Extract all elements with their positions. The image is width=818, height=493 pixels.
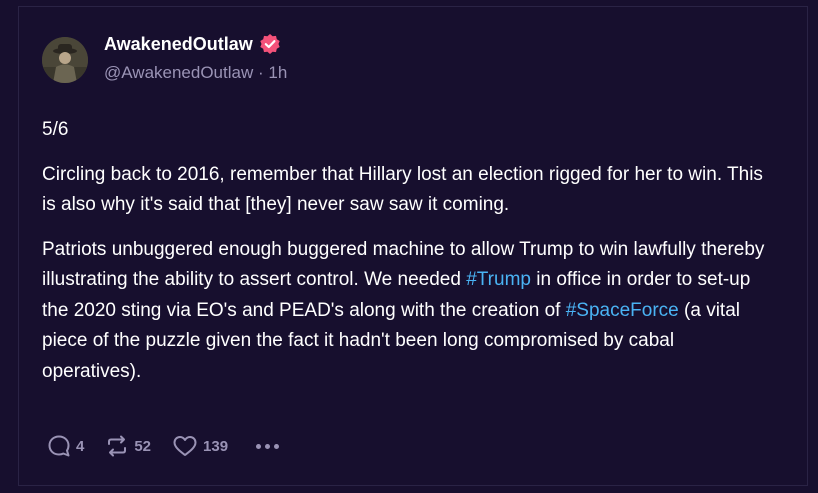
reply-button[interactable]: 4 <box>46 433 84 459</box>
hashtag-link[interactable]: #Trump <box>466 269 531 290</box>
more-icon[interactable] <box>256 443 280 449</box>
post-paragraph: Patriots unbuggered enough buggered mach… <box>42 235 772 388</box>
post-actions: 4 52 139 <box>46 432 280 460</box>
post-paragraph: 5/6 <box>42 119 69 140</box>
author-display-name[interactable]: AwakenedOutlaw <box>104 33 253 55</box>
author-name[interactable]: AwakenedOutlaw <box>104 33 281 55</box>
dot <box>274 443 280 449</box>
dot <box>256 443 262 449</box>
repost-button[interactable]: 52 <box>104 433 151 459</box>
reply-count: 4 <box>76 437 85 455</box>
verified-badge-icon <box>259 33 281 55</box>
author-meta: @AwakenedOutlaw · 1h <box>104 62 287 84</box>
post-paragraph: Circling back to 2016, remember that Hil… <box>42 163 763 216</box>
like-button[interactable]: 139 <box>171 433 228 459</box>
repost-count: 52 <box>134 437 152 455</box>
heart-icon <box>171 433 199 459</box>
repost-icon <box>104 433 130 459</box>
like-count: 139 <box>203 437 229 455</box>
post-content: 5/6 Circling back to 2016, remember that… <box>42 115 772 401</box>
comment-icon <box>46 433 72 459</box>
dot <box>265 443 271 449</box>
meta-separator: · <box>257 63 264 82</box>
author-handle[interactable]: @AwakenedOutlaw <box>104 63 253 82</box>
post-timestamp[interactable]: 1h <box>268 63 287 82</box>
avatar[interactable] <box>42 37 88 83</box>
hashtag-link[interactable]: #SpaceForce <box>566 300 679 321</box>
